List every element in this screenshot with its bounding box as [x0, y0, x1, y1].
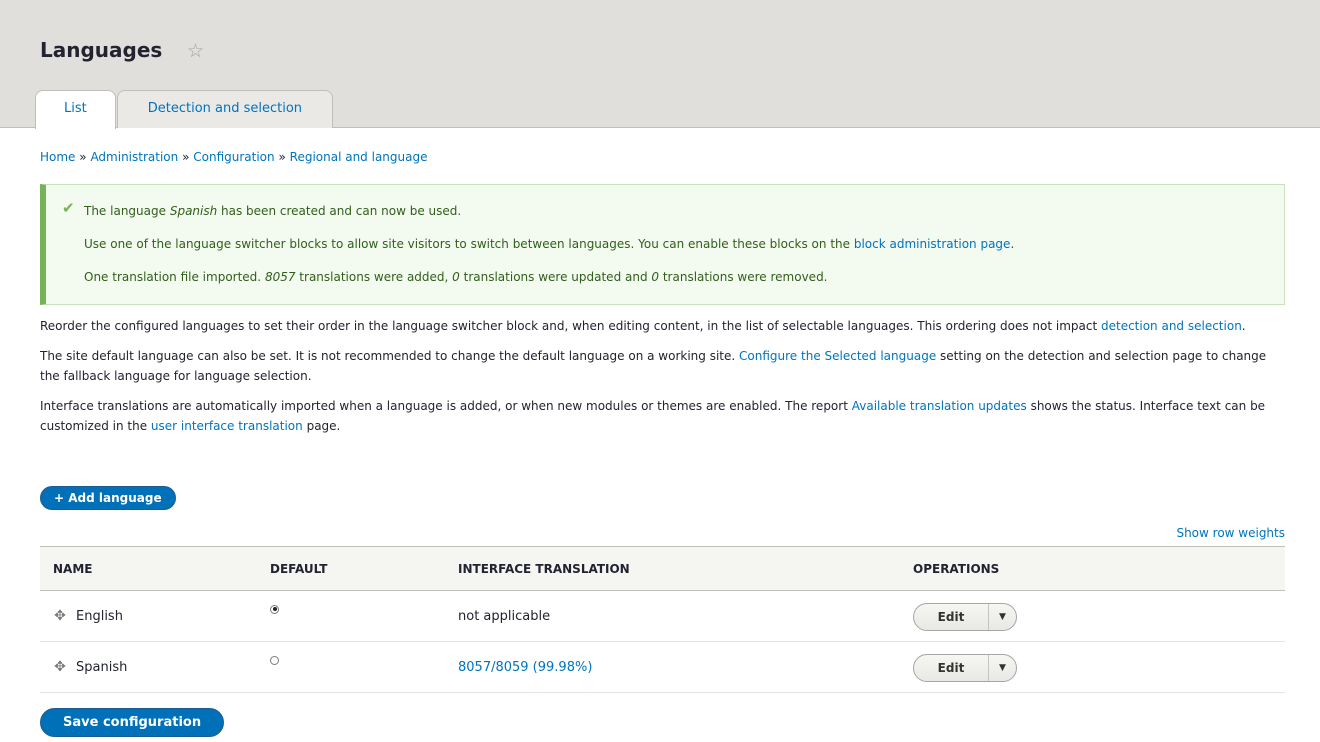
message-text: translations were removed.	[659, 270, 828, 284]
breadcrumb-regional-and-language[interactable]: Regional and language	[290, 150, 428, 164]
tab-list[interactable]: List	[35, 90, 116, 129]
dropdown-arrow-icon[interactable]: ▼	[989, 604, 1016, 630]
detection-and-selection-link[interactable]: detection and selection	[1101, 319, 1242, 333]
message-text: .	[1010, 237, 1015, 251]
page-title-text: Languages	[40, 38, 163, 62]
message-line-1: The language Spanish has been created an…	[84, 201, 1284, 221]
intro-text: Reorder the configured languages to set …	[40, 316, 1285, 436]
page-title: Languages	[40, 38, 162, 62]
default-radio[interactable]	[270, 655, 279, 665]
drag-handle-icon[interactable]: ✥	[53, 608, 67, 624]
intro-text-span: Interface translations are automatically…	[40, 399, 852, 413]
intro-paragraph-1: Reorder the configured languages to set …	[40, 316, 1285, 336]
intro-text-span: page.	[302, 419, 341, 433]
intro-text-span: .	[1241, 319, 1246, 333]
translation-status: not applicable	[458, 608, 551, 624]
added-count: 8057	[264, 270, 296, 284]
intro-text-span: The site default language can also be se…	[40, 349, 740, 363]
drag-handle-icon[interactable]: ✥	[53, 659, 67, 675]
configure-selected-language-link[interactable]: Configure the Selected language	[739, 349, 936, 363]
add-language-button[interactable]: + Add language	[40, 486, 176, 510]
operations-dropbutton: Edit ▼	[913, 654, 1017, 682]
main-content: Home » Administration » Configuration » …	[40, 128, 1285, 737]
breadcrumb-separator: »	[182, 150, 190, 164]
message-language: Spanish	[169, 204, 218, 218]
intro-paragraph-3: Interface translations are automatically…	[40, 396, 1285, 436]
language-name-cell: ✥ English	[40, 590, 270, 642]
language-name: Spanish	[76, 660, 128, 675]
removed-count: 0	[651, 270, 660, 284]
column-header-interface-translation: INTERFACE TRANSLATION	[458, 546, 913, 591]
translation-cell: 8057/8059 (99.98%)	[458, 641, 913, 693]
breadcrumb-home[interactable]: Home	[40, 150, 75, 164]
message-line-3: One translation file imported. 8057 tran…	[84, 267, 1284, 287]
breadcrumb-separator: »	[278, 150, 286, 164]
intro-paragraph-2: The site default language can also be se…	[40, 346, 1285, 386]
primary-tabs: List Detection and selection	[35, 90, 334, 129]
operations-cell: Edit ▼	[913, 590, 1285, 642]
breadcrumb-separator: »	[79, 150, 87, 164]
available-translation-updates-link[interactable]: Available translation updates	[852, 399, 1027, 413]
table-header-row: NAME DEFAULT INTERFACE TRANSLATION OPERA…	[40, 546, 1285, 591]
show-row-weights-link[interactable]: Show row weights	[1176, 526, 1285, 540]
operations-dropbutton: Edit ▼	[913, 603, 1017, 631]
default-cell	[270, 641, 458, 693]
updated-count: 0	[452, 270, 460, 284]
languages-table: NAME DEFAULT INTERFACE TRANSLATION OPERA…	[40, 546, 1285, 693]
tab-detection-and-selection[interactable]: Detection and selection	[116, 90, 334, 128]
star-icon[interactable]: ☆	[187, 40, 204, 62]
translation-cell: not applicable	[458, 590, 913, 642]
default-cell	[270, 590, 458, 642]
message-text: One translation file imported.	[84, 270, 265, 284]
block-administration-link[interactable]: block administration page	[854, 237, 1011, 251]
language-name-cell: ✥ Spanish	[40, 641, 270, 693]
message-line-2: Use one of the language switcher blocks …	[84, 234, 1284, 254]
intro-text-span: Reorder the configured languages to set …	[40, 319, 1101, 333]
language-name: English	[76, 609, 123, 624]
page-header: Languages ☆ List Detection and selection	[0, 0, 1320, 129]
message-text: translations were added,	[295, 270, 453, 284]
message-text: translations were updated and	[459, 270, 652, 284]
breadcrumb-administration[interactable]: Administration	[90, 150, 178, 164]
translation-status-link[interactable]: 8057/8059 (99.98%)	[458, 660, 592, 675]
message-text: Use one of the language switcher blocks …	[84, 237, 854, 251]
default-radio[interactable]	[270, 604, 279, 614]
message-text: The language	[84, 204, 170, 218]
column-header-default: DEFAULT	[270, 546, 458, 591]
status-message: ✔ The language Spanish has been created …	[40, 184, 1285, 305]
user-interface-translation-link[interactable]: user interface translation	[151, 419, 303, 433]
column-header-operations: OPERATIONS	[913, 546, 1285, 591]
save-configuration-button[interactable]: Save configuration	[40, 708, 225, 737]
edit-button[interactable]: Edit	[914, 655, 989, 681]
operations-cell: Edit ▼	[913, 641, 1285, 693]
column-header-name[interactable]: NAME	[40, 546, 270, 591]
edit-button[interactable]: Edit	[914, 604, 989, 630]
table-row: ✥ Spanish 8057/8059 (99.98%) Edit ▼	[40, 641, 1285, 693]
breadcrumb-configuration[interactable]: Configuration	[193, 150, 274, 164]
breadcrumb: Home » Administration » Configuration » …	[40, 150, 1285, 164]
table-row: ✥ English not applicable Edit ▼	[40, 590, 1285, 642]
message-text: has been created and can now be used.	[217, 204, 462, 218]
dropdown-arrow-icon[interactable]: ▼	[989, 655, 1016, 681]
check-icon: ✔	[62, 199, 75, 217]
